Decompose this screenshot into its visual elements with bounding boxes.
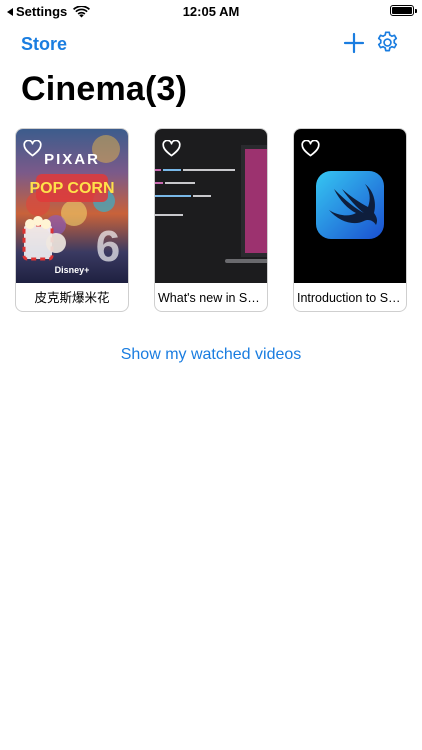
status-time: 12:05 AM (182, 4, 240, 19)
swift-logo (294, 129, 406, 283)
store-back-button[interactable]: Store (21, 34, 67, 55)
page-title: Cinema(3) (21, 70, 188, 108)
video-title: Introduction to SwiftUI (297, 291, 406, 305)
video-card[interactable]: What's new in Swift (154, 128, 268, 312)
svg-text:6: 6 (96, 222, 120, 271)
battery-icon (390, 5, 417, 16)
video-title: What's new in Swift (158, 291, 266, 305)
code-on-laptop (155, 129, 267, 283)
poster-brand-text: Disney+ (54, 265, 90, 275)
pixar-popcorn-poster: 6 POP CORN PIXAR Disney+ (16, 129, 128, 283)
heart-outline-icon[interactable] (23, 140, 42, 157)
svg-text:POP CORN: POP CORN (29, 180, 114, 197)
video-card[interactable]: Introduction to SwiftUI (293, 128, 407, 312)
heart-outline-icon[interactable] (162, 140, 181, 157)
screen: Settings 12:05 AM Store Cinema(3) 6 POP … (0, 0, 422, 750)
gear-icon[interactable] (375, 30, 400, 55)
video-title: 皮克斯爆米花 (34, 291, 110, 305)
heart-outline-icon[interactable] (301, 140, 320, 157)
show-watched-videos-link[interactable]: Show my watched videos (0, 346, 422, 364)
plus-icon[interactable] (343, 32, 365, 54)
status-bar: Settings 12:05 AM (0, 0, 422, 22)
video-card[interactable]: 6 POP CORN PIXAR Disney+ 皮克斯爆米花 (15, 128, 129, 312)
